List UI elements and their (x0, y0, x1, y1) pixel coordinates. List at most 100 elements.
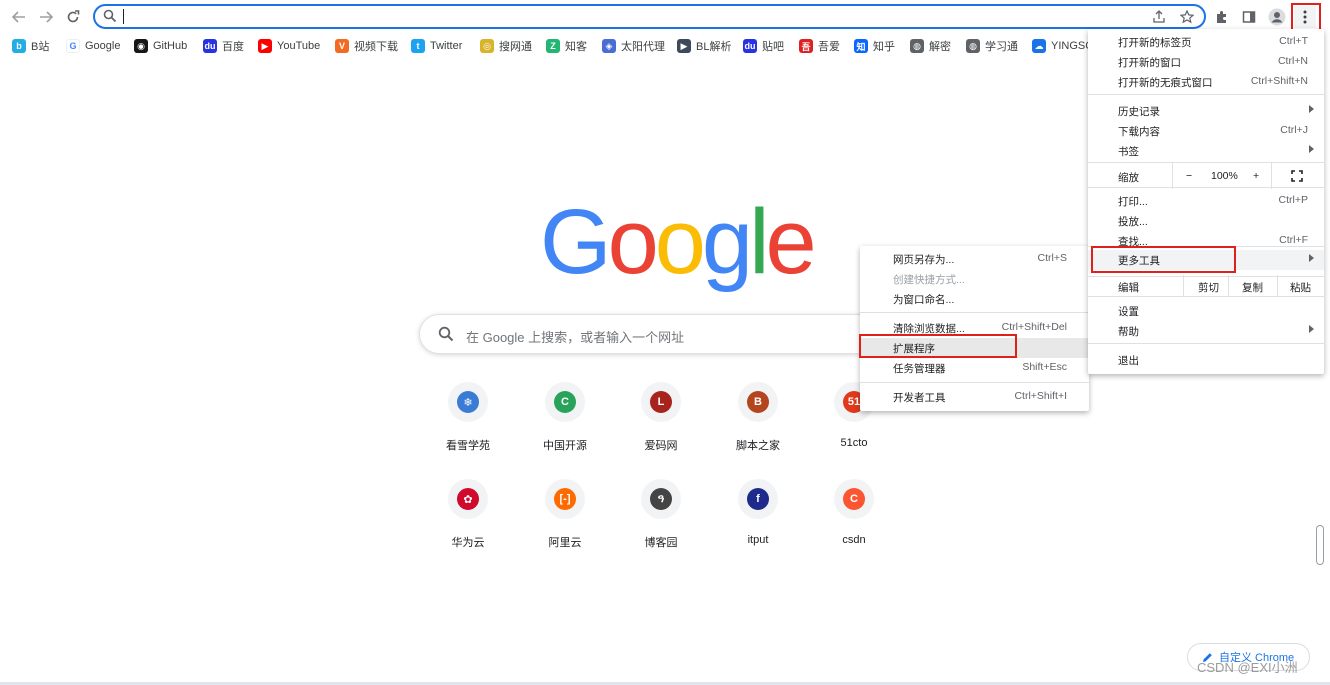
bookmark-2[interactable]: ◉ GitHub (134, 38, 187, 54)
bookmark-favicon-icon: V (335, 39, 349, 53)
menu-item-0[interactable]: 打开新的标签页 Ctrl+T (1088, 32, 1324, 52)
menu-item-label: 打印... (1118, 196, 1148, 208)
bookmark-favicon-icon: ▶ (258, 39, 272, 53)
bookmark-favicon-icon: ▶ (677, 39, 691, 53)
profile-icon[interactable] (1266, 6, 1288, 28)
bookmark-favicon-icon: 知 (854, 39, 868, 53)
google-search-box[interactable]: 在 Google 上搜索，或者输入一个网址 (419, 314, 899, 354)
submenu-item-2[interactable]: 为窗口命名... (860, 289, 1089, 309)
bookmark-8[interactable]: Z 知客 (546, 38, 587, 54)
bookmark-11[interactable]: du 贴吧 (743, 38, 784, 54)
address-bar[interactable] (93, 4, 1206, 29)
shortcut-tile[interactable]: L 爱码网 (621, 380, 701, 460)
shortcut-tile[interactable]: B 脚本之家 (718, 380, 798, 460)
menu-item-label: 打开新的窗口 (1118, 57, 1181, 69)
text-caret (123, 9, 124, 24)
submenu-item-1[interactable]: 创建快捷方式... (860, 269, 1089, 289)
star-icon[interactable] (1177, 8, 1197, 26)
bookmark-label: 搜网通 (499, 41, 532, 53)
submenu-item-0[interactable]: 网页另存为... Ctrl+S (860, 249, 1089, 269)
bookmark-12[interactable]: 吾吾爱 (799, 38, 840, 54)
menu-item-12[interactable]: 退出 (1088, 350, 1324, 370)
bookmark-4[interactable]: ▶ YouTube (258, 38, 320, 54)
bookmark-10[interactable]: ▶ BL解析 (677, 38, 731, 54)
fullscreen-icon[interactable] (1291, 170, 1303, 185)
zoom-in-button[interactable]: + (1253, 170, 1259, 182)
menu-separator (1088, 343, 1324, 344)
menu-item-7[interactable]: 投放... (1088, 211, 1324, 231)
paste-button[interactable]: 粘贴 (1290, 280, 1311, 295)
shortcut-label: 博客园 (644, 537, 678, 549)
puzzle-icon[interactable] (1211, 6, 1233, 28)
menu-separator (1088, 94, 1324, 95)
shortcut-tile[interactable]: ዓ 博客园 (621, 477, 701, 557)
scrollbar[interactable] (1316, 525, 1324, 565)
search-placeholder: 在 Google 上搜索，或者输入一个网址 (466, 330, 685, 345)
menu-item-2[interactable]: 打开新的无痕式窗口 Ctrl+Shift+N (1088, 72, 1324, 92)
menu-item-10[interactable]: 设置 (1088, 301, 1324, 321)
bookmark-6[interactable]: t Twitter (411, 38, 462, 54)
shortcut-icon-circle: f (738, 479, 778, 519)
edit-divider (1183, 275, 1184, 297)
bookmark-3[interactable]: du 百度 (203, 38, 244, 54)
chevron-right-icon (1309, 325, 1314, 333)
bookmark-favicon-icon: ☁ (1032, 39, 1046, 53)
bookmark-favicon-icon: G (66, 39, 80, 53)
bookmark-favicon-icon: ◍ (966, 39, 980, 53)
menu-item-11[interactable]: 帮助 (1088, 321, 1324, 341)
menu-item-3[interactable]: 历史记录 (1088, 101, 1324, 121)
menu-item-4[interactable]: 下载内容 Ctrl+J (1088, 121, 1324, 141)
bookmark-5[interactable]: V 视频下载 (335, 38, 398, 54)
logo-letter: l (749, 191, 770, 293)
edit-label: 编辑 (1118, 282, 1139, 294)
menu-item-1[interactable]: 打开新的窗口 Ctrl+N (1088, 52, 1324, 72)
bookmark-label: 学习通 (985, 41, 1018, 53)
side-panel-icon[interactable] (1238, 6, 1260, 28)
menu-item-5[interactable]: 书签 (1088, 141, 1324, 161)
forward-icon[interactable] (35, 6, 57, 28)
bookmark-14[interactable]: ◍ 解密 (910, 38, 951, 54)
bookmark-label: BL解析 (696, 41, 732, 53)
shortcut-icon-circle: ✿ (448, 479, 488, 519)
zoom-out-button[interactable]: − (1186, 170, 1192, 182)
shortcut-tile[interactable]: C 中国开源 (525, 380, 605, 460)
edit-divider (1228, 275, 1229, 297)
shortcut-tile[interactable]: f itput (718, 477, 798, 557)
bookmark-1[interactable]: G Google (66, 38, 120, 54)
shortcut-tile[interactable]: [-] 阿里云 (525, 477, 605, 557)
bookmark-label: 吾爱 (818, 41, 840, 53)
chevron-right-icon (1309, 105, 1314, 113)
bookmark-favicon-icon: ◈ (602, 39, 616, 53)
bookmark-label: 太阳代理 (621, 41, 665, 53)
bookmark-7[interactable]: ◎ 搜网通 (480, 38, 532, 54)
shortcut-tile[interactable]: ❄ 看雪学苑 (428, 380, 508, 460)
bookmark-16[interactable]: ☁ YINGSC (1032, 38, 1093, 54)
bookmark-label: 视频下载 (354, 41, 398, 53)
watermark: CSDN @EXI小洲 (1197, 660, 1298, 675)
submenu-shortcut: Shift+Esc (1022, 361, 1067, 373)
bookmark-0[interactable]: b B站 (12, 38, 49, 54)
bookmark-13[interactable]: 知知乎 (854, 38, 895, 54)
bookmark-15[interactable]: ◍ 学习通 (966, 38, 1018, 54)
menu-item-6[interactable]: 打印... Ctrl+P (1088, 191, 1324, 211)
submenu-item-5[interactable]: 任务管理器 Shift+Esc (860, 358, 1089, 378)
bookmark-favicon-icon: ◎ (480, 39, 494, 53)
cut-button[interactable]: 剪切 (1198, 280, 1219, 295)
bookmark-label: GitHub (153, 40, 188, 52)
submenu-item-label: 创建快捷方式... (893, 274, 965, 286)
bookmark-favicon-icon: b (12, 39, 26, 53)
shortcut-tile[interactable]: Ccsdn (814, 477, 894, 557)
shortcut-label: 爱码网 (644, 440, 678, 452)
shortcut-tile[interactable]: ✿ 华为云 (428, 477, 508, 557)
submenu-item-label: 任务管理器 (893, 363, 946, 375)
shortcut-label: 脚本之家 (736, 440, 780, 452)
shortcut-label: 华为云 (451, 537, 485, 549)
submenu-item-6[interactable]: 开发者工具 Ctrl+Shift+I (860, 387, 1089, 407)
reload-icon[interactable] (62, 6, 84, 28)
menu-item-label: 历史记录 (1118, 106, 1160, 118)
copy-button[interactable]: 复制 (1242, 280, 1263, 295)
share-icon[interactable] (1149, 8, 1169, 26)
back-icon[interactable] (8, 6, 30, 28)
bookmark-9[interactable]: ◈ 太阳代理 (602, 38, 665, 54)
chevron-right-icon (1309, 254, 1314, 262)
